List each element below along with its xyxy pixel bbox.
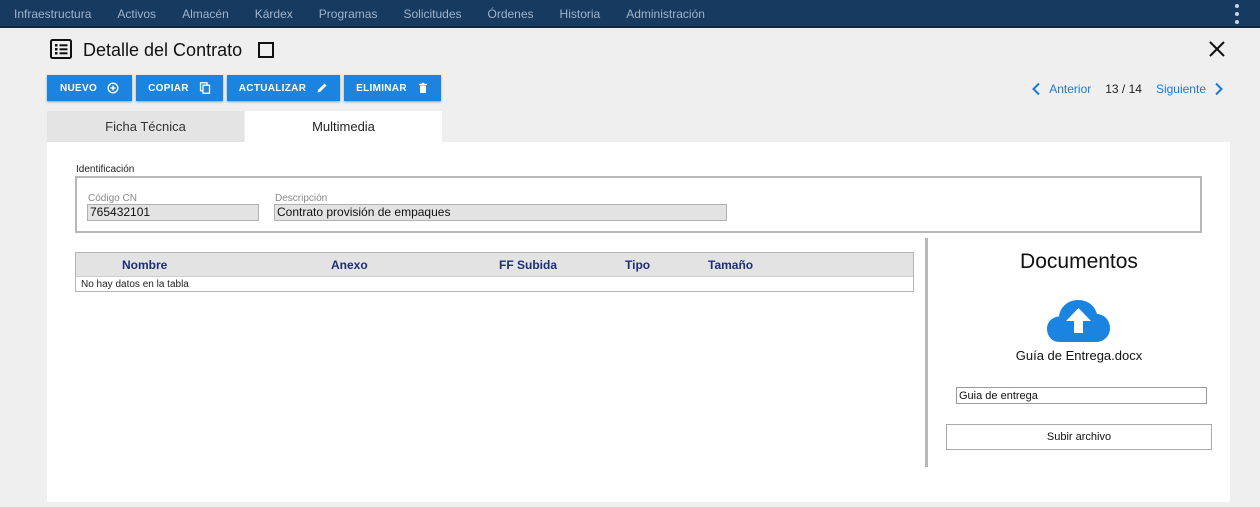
record-count: 13 / 14 — [1105, 82, 1142, 96]
codigo-field[interactable]: 765432101 — [87, 204, 259, 221]
edit-pencil-icon — [317, 83, 327, 93]
anterior-link[interactable]: Anterior — [1049, 82, 1091, 96]
list-detail-icon — [50, 39, 72, 59]
table-empty-message: No hay datos en la tabla — [81, 279, 189, 290]
nav-item-almacen[interactable]: Almacén — [182, 7, 229, 21]
table-header: Nombre Anexo FF Subida Tipo Tamaño — [76, 253, 913, 277]
column-header-anexo[interactable]: Anexo — [331, 258, 368, 272]
tab-multimedia[interactable]: Multimedia — [245, 111, 442, 142]
chevron-left-icon[interactable] — [1031, 82, 1041, 96]
nav-item-kardex[interactable]: Kárdex — [255, 7, 293, 21]
descripcion-field[interactable]: Contrato provisión de empaques — [274, 204, 727, 221]
eliminar-button[interactable]: ELIMINAR — [344, 75, 441, 101]
close-icon[interactable] — [1208, 40, 1226, 58]
documents-title: Documentos — [1020, 250, 1138, 273]
cloud-upload-icon[interactable] — [1046, 298, 1111, 343]
more-options-icon[interactable] — [1234, 4, 1240, 24]
nav-item-administracion[interactable]: Administración — [626, 7, 705, 21]
eliminar-label: ELIMINAR — [356, 82, 407, 94]
actualizar-button[interactable]: ACTUALIZAR — [227, 75, 340, 101]
document-name-input[interactable] — [956, 387, 1207, 404]
nuevo-button[interactable]: NUEVO — [47, 75, 132, 101]
nav-item-activos[interactable]: Activos — [117, 7, 156, 21]
add-circle-icon — [107, 82, 119, 94]
action-toolbar: NUEVO COPIAR ACTUALIZAR ELIMINAR — [47, 75, 441, 101]
nav-item-solicitudes[interactable]: Solicitudes — [403, 7, 461, 21]
upload-file-button[interactable]: Subir archivo — [946, 424, 1212, 450]
actualizar-label: ACTUALIZAR — [238, 82, 307, 94]
nav-item-ordenes[interactable]: Órdenes — [488, 7, 534, 21]
siguiente-link[interactable]: Siguiente — [1156, 82, 1206, 96]
chevron-right-icon[interactable] — [1214, 82, 1224, 96]
attachments-table: Nombre Anexo FF Subida Tipo Tamaño No ha… — [75, 252, 914, 292]
nuevo-label: NUEVO — [59, 82, 98, 94]
column-header-nombre[interactable]: Nombre — [122, 258, 167, 272]
identificacion-legend: Identificación — [76, 164, 135, 175]
panel-divider — [925, 238, 928, 467]
page-title: Detalle del Contrato — [83, 40, 243, 60]
nav-item-historia[interactable]: Historia — [560, 7, 601, 21]
copiar-button[interactable]: COPIAR — [136, 75, 223, 101]
column-header-tamano[interactable]: Tamaño — [708, 258, 753, 272]
title-checkbox[interactable] — [258, 42, 274, 58]
document-file-name: Guía de Entrega.docx — [1015, 348, 1143, 363]
nav-item-programas[interactable]: Programas — [319, 7, 378, 21]
top-nav-items: Infraestructura Activos Almacén Kárdex P… — [0, 0, 718, 28]
codigo-label: Código CN — [88, 193, 137, 204]
tab-ficha-tecnica[interactable]: Ficha Técnica — [47, 111, 244, 142]
record-pager: Anterior 13 / 14 Siguiente — [1031, 80, 1224, 98]
copiar-label: COPIAR — [148, 82, 189, 94]
copy-icon — [199, 82, 210, 94]
nav-item-infraestructura[interactable]: Infraestructura — [14, 7, 91, 21]
top-nav-bar: Infraestructura Activos Almacén Kárdex P… — [0, 0, 1260, 28]
column-header-tipo[interactable]: Tipo — [625, 258, 650, 272]
trash-icon — [418, 82, 427, 93]
column-header-ff-subida[interactable]: FF Subida — [499, 258, 557, 272]
descripcion-label: Descripción — [275, 193, 328, 204]
